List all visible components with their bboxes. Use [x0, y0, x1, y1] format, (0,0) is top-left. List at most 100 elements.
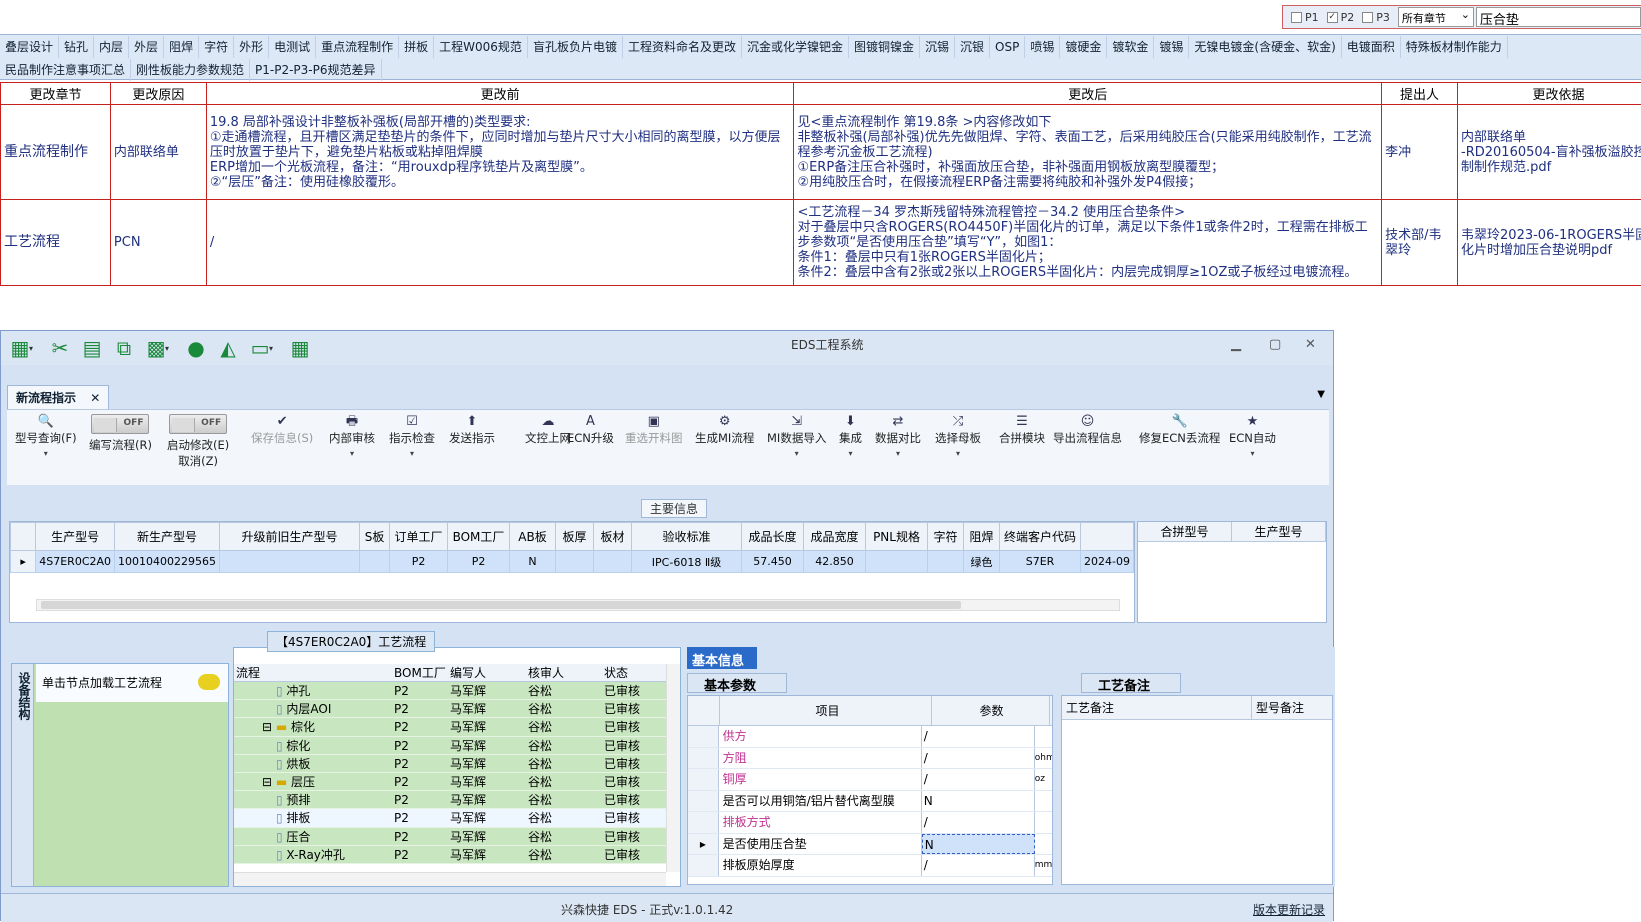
p1-checkbox[interactable]: P1 — [1291, 11, 1319, 24]
chapter-tab[interactable]: 拼板 — [399, 36, 434, 58]
chapter-tab[interactable]: 电测试 — [269, 36, 316, 58]
ribbon-button[interactable]: ★ECN自动▾ — [1229, 414, 1276, 458]
chart-icon[interactable]: ◭ — [215, 337, 241, 359]
tree-horizontal-scrollbar[interactable] — [234, 872, 666, 886]
chevron-down-icon[interactable]: ▾ — [329, 449, 375, 458]
maximize-icon[interactable]: ▢ — [1269, 337, 1281, 352]
param-value[interactable]: N — [922, 791, 1035, 812]
chevron-down-icon[interactable]: ▾ — [839, 449, 862, 458]
ribbon-button[interactable]: ⤮选择母板▾ — [935, 414, 981, 458]
ribbon-button[interactable]: ☑指示检查▾ — [389, 414, 435, 458]
ribbon-button[interactable]: 🔍型号查询(F)▾ — [15, 414, 77, 458]
param-value[interactable]: N — [922, 834, 1035, 855]
ribbon-button[interactable]: ☁文控上网 — [525, 414, 571, 446]
copy-icon[interactable]: ⧉ — [111, 337, 137, 359]
chapter-tab[interactable]: 民品制作注意事项汇总 — [0, 59, 131, 81]
chapter-tab[interactable]: 工程资料命名及更改 — [623, 36, 742, 58]
tree-row[interactable]: ▯ 烘板P2马军辉谷松已审核 — [234, 755, 666, 773]
chapter-tab[interactable]: 喷锡 — [1025, 36, 1060, 58]
ribbon-button[interactable]: ☺导出流程信息 — [1053, 414, 1122, 446]
tab-device-structure[interactable]: 设备结构 — [12, 664, 34, 886]
chapter-tab[interactable]: 阻焊 — [164, 36, 199, 58]
tab-new-flow[interactable]: 新流程指示 ✕ — [7, 385, 109, 409]
param-row[interactable]: 铜厚/oz — [688, 769, 1052, 791]
close-icon[interactable]: ✕ — [1305, 337, 1316, 352]
chapter-tab[interactable]: 沉金或化学镍钯金 — [742, 36, 849, 58]
minimize-icon[interactable]: ▁ — [1231, 337, 1241, 352]
param-row[interactable]: 是否可以用铜箔/铝片替代离型膜N — [688, 791, 1052, 813]
param-row[interactable]: 供方/ — [688, 726, 1052, 748]
chevron-down-icon[interactable]: ▾ — [389, 449, 435, 458]
chevron-down-icon[interactable]: ▾ — [767, 449, 826, 458]
chapter-tab[interactable]: 外层 — [129, 36, 164, 58]
ribbon-button[interactable]: OFF启动修改(E)取消(Z) — [167, 414, 229, 469]
chapter-tab[interactable]: 叠层设计 — [0, 36, 59, 58]
search-input[interactable]: 压合垫 — [1476, 7, 1641, 27]
param-row[interactable]: ▸是否使用压合垫N — [688, 834, 1052, 856]
param-value[interactable]: / — [922, 855, 1035, 876]
chapter-tab[interactable]: 沉银 — [955, 36, 990, 58]
scissors-icon[interactable]: ✂ — [47, 337, 73, 359]
ribbon-button[interactable]: ▣重选开料图 — [625, 414, 683, 446]
chevron-down-icon[interactable]: ▾ — [935, 449, 981, 458]
tree-row[interactable]: ▯ 冲孔P2马军辉谷松已审核 — [234, 682, 666, 700]
chevron-down-icon[interactable]: ▾ — [875, 449, 921, 458]
tab-process-notes[interactable]: 工艺备注 — [1081, 673, 1181, 693]
tree-row[interactable]: ▯ 压合P2马军辉谷松已审核 — [234, 828, 666, 846]
ribbon-button[interactable]: OFF编写流程(R) — [89, 414, 152, 453]
table-row[interactable]: ▸4S7ER0C2A010010400229565P2P2NIPC-6018 Ⅱ… — [11, 551, 1134, 573]
tree-row[interactable]: ⊟ ▬ 棕化P2马军辉谷松已审核 — [234, 718, 666, 736]
tree-vertical-scrollbar[interactable] — [666, 664, 680, 872]
toggle-switch[interactable]: OFF — [91, 414, 149, 434]
ribbon-button[interactable]: ☰合拼模块 — [999, 414, 1045, 446]
tab-menu-icon[interactable]: ▼ — [1317, 389, 1325, 400]
ribbon-button[interactable]: ✔保存信息(S) — [251, 414, 313, 446]
param-row[interactable]: 排板原始厚度/mm — [688, 855, 1052, 877]
chapter-tab[interactable]: P1-P2-P3-P6规范差异 — [250, 59, 381, 81]
tree-row[interactable]: ▯ 预排P2马军辉谷松已审核 — [234, 791, 666, 809]
chapter-tab[interactable]: 镀软金 — [1107, 36, 1154, 58]
tree-row[interactable]: ▯ 棕化P2马军辉谷松已审核 — [234, 737, 666, 755]
ribbon-button[interactable]: ⇲MI数据导入▾ — [767, 414, 826, 458]
param-row[interactable]: 排板方式/ — [688, 812, 1052, 834]
chapter-tab[interactable]: 镀锡 — [1154, 36, 1189, 58]
collapse-icon[interactable]: ⊟ — [262, 720, 276, 734]
param-row[interactable]: 方阻/ohm — [688, 748, 1052, 770]
horizontal-scrollbar[interactable] — [36, 599, 1120, 611]
chapter-tab[interactable]: 盲孔板负片电镀 — [528, 36, 623, 58]
chapter-tab[interactable]: 重点流程制作 — [316, 36, 399, 58]
tab-basic-params[interactable]: 基本参数 — [687, 673, 787, 693]
chapter-tab[interactable]: 图镀铜镍金 — [849, 36, 920, 58]
chapter-select[interactable]: 所有章节 — [1398, 7, 1474, 27]
toggle-switch[interactable]: OFF — [169, 414, 227, 434]
user-icon[interactable]: ● — [183, 337, 209, 359]
tree-row[interactable]: ▯ X-Ray冲孔P2马军辉谷松已审核 — [234, 846, 666, 864]
chapter-tab[interactable]: 外形 — [234, 36, 269, 58]
tree-row[interactable]: ▯ 排板P2马军辉谷松已审核 — [234, 809, 666, 827]
p2-checkbox[interactable]: ✓P2 — [1327, 11, 1355, 24]
chevron-down-icon[interactable]: ▾ — [15, 449, 77, 458]
param-value[interactable]: / — [922, 748, 1035, 769]
chapter-tab[interactable]: 工程W006规范 — [434, 36, 528, 58]
chapter-tab[interactable]: 刚性板能力参数规范 — [131, 59, 250, 81]
chevron-down-icon[interactable]: ▾ — [1229, 449, 1276, 458]
chapter-tab[interactable]: 镀硬金 — [1060, 36, 1107, 58]
ribbon-button[interactable]: 🖶内部审核▾ — [329, 414, 375, 458]
close-tab-icon[interactable]: ✕ — [90, 391, 100, 405]
ribbon-button[interactable]: ⬆发送指示 — [449, 414, 495, 446]
param-value[interactable]: / — [922, 726, 1035, 747]
chapter-tab[interactable]: 沉锡 — [920, 36, 955, 58]
chapter-tab[interactable]: 钻孔 — [59, 36, 94, 58]
ribbon-button[interactable]: ⬇集成▾ — [839, 414, 862, 458]
tree-row[interactable]: ▯ 内层AOIP2马军辉谷松已审核 — [234, 700, 666, 718]
param-value[interactable]: / — [922, 769, 1035, 790]
tree-row[interactable]: ⊟ ▬ 层压P2马军辉谷松已审核 — [234, 773, 666, 791]
ribbon-button[interactable]: ⚙生成MI流程 — [695, 414, 754, 446]
collapse-icon[interactable]: ⊟ — [262, 775, 276, 789]
version-history-link[interactable]: 版本更新记录 — [1253, 901, 1325, 918]
chapter-tab[interactable]: 无镍电镀金(含硬金、软金) — [1189, 36, 1341, 58]
param-value[interactable]: / — [922, 812, 1035, 833]
tab-basic-info[interactable]: 基本信息 — [687, 647, 757, 669]
ribbon-button[interactable]: ⇄数据对比▾ — [875, 414, 921, 458]
ribbon-button[interactable]: 🔧修复ECN丢流程 — [1139, 414, 1220, 446]
